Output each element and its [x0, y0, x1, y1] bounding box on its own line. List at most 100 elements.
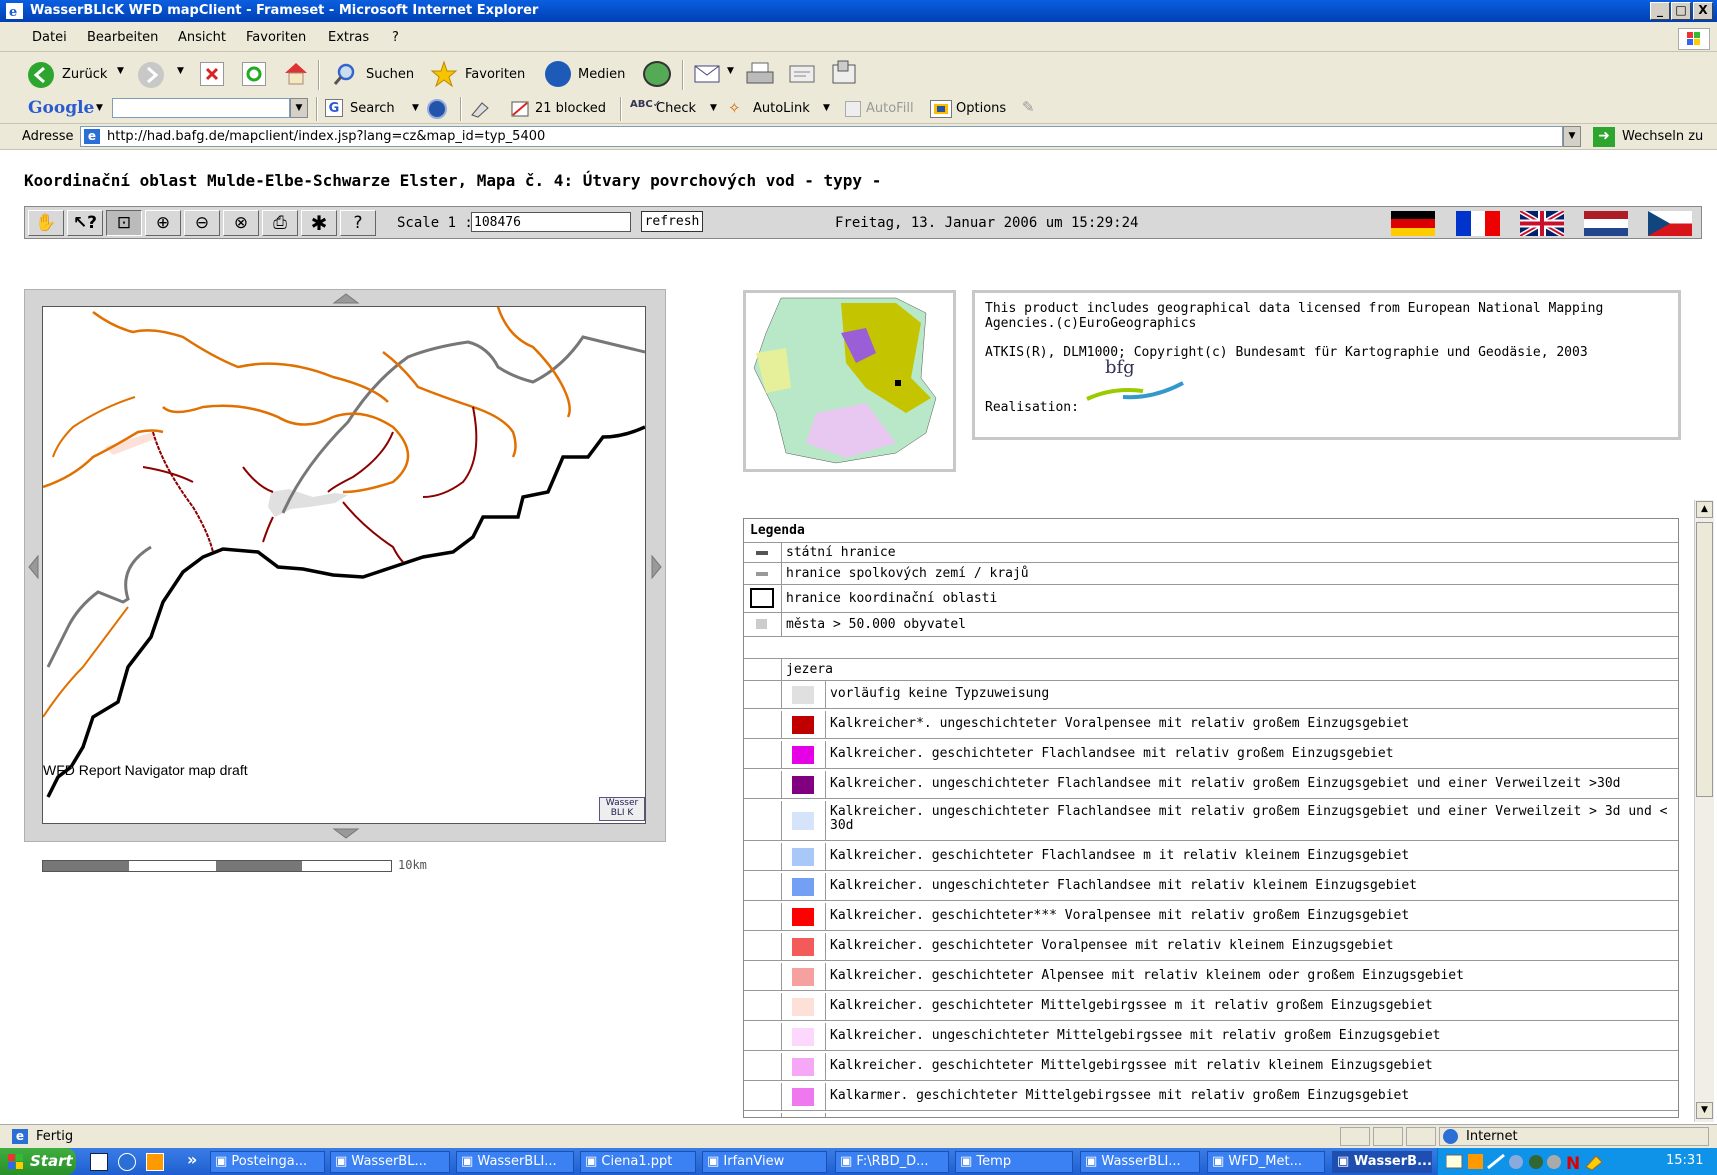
taskbar-item[interactable]: ▣ WasserB... [1332, 1151, 1432, 1173]
quicklaunch-desktop-icon[interactable] [90, 1153, 108, 1171]
taskbar-item[interactable]: ▣ WasserBLI... [456, 1151, 574, 1173]
taskbar-item[interactable]: ▣ F:\RBD_D... [835, 1151, 949, 1173]
favorites-button[interactable]: Favoriten [465, 67, 525, 82]
pencil-icon[interactable]: ✎ [1022, 98, 1035, 116]
quicklaunch-ie-icon[interactable] [118, 1153, 136, 1171]
print-map-icon[interactable]: ⎙ [262, 210, 298, 236]
google-search-button[interactable]: Search [350, 101, 395, 116]
highlight-icon[interactable] [470, 100, 492, 118]
forward-icon[interactable] [138, 62, 164, 88]
discuss-icon[interactable] [830, 59, 860, 87]
back-dropdown-icon[interactable]: ▼ [117, 66, 124, 76]
scale-input[interactable] [471, 212, 631, 232]
home-icon[interactable] [282, 60, 310, 86]
settings-gear-icon[interactable]: ✱ [301, 210, 337, 236]
menu-extras[interactable]: Extras [328, 30, 369, 45]
menu-ansicht[interactable]: Ansicht [178, 30, 226, 45]
google-search-icon[interactable]: G [325, 99, 343, 117]
pan-north-arrow-icon[interactable] [330, 292, 362, 304]
go-arrow-icon[interactable]: ➜ [1593, 127, 1615, 147]
search-icon[interactable] [332, 61, 358, 87]
taskbar-item[interactable]: ▣ Temp [955, 1151, 1073, 1173]
menu-help[interactable]: ? [392, 30, 399, 45]
spellcheck-button[interactable]: Check [656, 101, 696, 116]
back-icon[interactable] [28, 62, 54, 88]
quicklaunch-mail-icon[interactable] [146, 1153, 164, 1171]
refresh-button[interactable]: refresh [641, 211, 703, 232]
back-button[interactable]: Zurück [62, 67, 107, 82]
pan-east-arrow-icon[interactable] [651, 552, 663, 582]
identify-icon[interactable]: ↖? [67, 210, 103, 236]
mail-dropdown-icon[interactable]: ▼ [727, 66, 734, 76]
taskbar-item[interactable]: ▣ Posteinga... [210, 1151, 325, 1173]
menu-bearbeiten[interactable]: Bearbeiten [87, 30, 158, 45]
go-button[interactable]: Wechseln zu [1622, 129, 1703, 144]
google-menu-dropdown-icon[interactable]: ▼ [96, 103, 103, 113]
flag-uk-icon[interactable] [1518, 208, 1566, 239]
map-canvas[interactable]: WFD Report Navigator map draft Wasser BL… [42, 306, 646, 824]
google-search-dropdown-icon[interactable]: ▼ [290, 98, 308, 118]
check-dropdown-icon[interactable]: ▼ [710, 103, 717, 113]
pan-west-arrow-icon[interactable] [27, 552, 39, 582]
restore-button[interactable]: □ [1671, 2, 1691, 20]
taskbar: Start » ▣ Posteinga... ▣ WasserBL... ▣ Was… [0, 1148, 1717, 1175]
flag-nl-icon[interactable] [1584, 211, 1628, 236]
favorites-icon[interactable] [430, 60, 458, 88]
toolbar-separator [460, 97, 462, 121]
options-button[interactable]: Options [956, 101, 1006, 116]
popup-blocker-icon[interactable] [510, 99, 532, 119]
minimize-button[interactable]: _ [1650, 2, 1670, 20]
autofill-button[interactable]: AutoFill [866, 101, 914, 116]
zoom-full-icon[interactable]: ⊗ [223, 210, 259, 236]
address-input[interactable]: e http://had.bafg.de/mapclient/index.jsp… [80, 126, 1563, 147]
mail-icon[interactable] [694, 63, 724, 85]
flag-de-icon[interactable] [1391, 211, 1435, 236]
pan-hand-icon[interactable]: ✋ [28, 210, 64, 236]
google-logo[interactable]: Google [28, 98, 94, 118]
taskbar-item[interactable]: ▣ WFD_Met... [1207, 1151, 1325, 1173]
search-dropdown-icon[interactable]: ▼ [412, 103, 419, 113]
overview-map[interactable] [743, 290, 956, 472]
zoom-in-icon[interactable]: ⊕ [145, 210, 181, 236]
refresh-icon[interactable] [242, 62, 266, 86]
zoom-box-icon[interactable]: ⊡ [106, 210, 142, 236]
options-icon[interactable] [930, 100, 952, 118]
edit-icon[interactable] [788, 62, 818, 86]
history-icon[interactable] [643, 61, 671, 87]
autofill-icon[interactable] [845, 101, 861, 117]
google-search-input[interactable] [112, 98, 290, 118]
scrollbar-thumb[interactable] [1696, 522, 1713, 797]
stop-icon[interactable] [200, 62, 224, 86]
pagerank-icon[interactable] [427, 99, 447, 119]
page-scrollbar[interactable]: ▲ ▼ [1694, 500, 1714, 1122]
help-icon[interactable]: ? [340, 210, 376, 236]
popups-blocked-counter[interactable]: 21 blocked [535, 101, 606, 116]
taskbar-item[interactable]: ▣ IrfanView [702, 1151, 827, 1173]
legend-lake-label: Kalkreicher. ungeschichteter Mittelgebir… [830, 1028, 1441, 1043]
address-dropdown-icon[interactable]: ▼ [1563, 126, 1581, 147]
taskbar-item[interactable]: ▣ WasserBLI... [1080, 1151, 1200, 1173]
pan-south-arrow-icon[interactable] [330, 828, 362, 840]
scroll-down-icon[interactable]: ▼ [1696, 1102, 1713, 1119]
window-title-bar[interactable]: e WasserBLIcK WFD mapClient - Frameset -… [0, 0, 1717, 22]
taskbar-item[interactable]: ▣ WasserBL... [330, 1151, 450, 1173]
quicklaunch-more-icon[interactable]: » [187, 1150, 197, 1169]
autolink-dropdown-icon[interactable]: ▼ [823, 103, 830, 113]
menu-favoriten[interactable]: Favoriten [246, 30, 306, 45]
taskbar-item[interactable]: ▣ Ciena1.ppt [580, 1151, 696, 1173]
flag-fr-icon[interactable] [1456, 211, 1500, 236]
forward-dropdown-icon[interactable]: ▼ [177, 66, 184, 76]
autolink-icon[interactable]: ✧ [728, 99, 741, 117]
close-button[interactable]: X [1693, 2, 1713, 20]
scroll-up-icon[interactable]: ▲ [1696, 501, 1713, 518]
autolink-button[interactable]: AutoLink [753, 101, 810, 116]
menu-datei[interactable]: Datei [32, 30, 67, 45]
tray-icons[interactable]: N [1446, 1153, 1636, 1171]
search-button[interactable]: Suchen [366, 67, 414, 82]
media-button[interactable]: Medien [578, 67, 625, 82]
zoom-out-icon[interactable]: ⊖ [184, 210, 220, 236]
media-icon[interactable] [545, 61, 571, 87]
menu-bar: Datei Bearbeiten Ansicht Favoriten Extra… [0, 22, 1717, 52]
print-icon[interactable] [745, 61, 775, 87]
flag-cz-icon[interactable] [1648, 211, 1692, 236]
